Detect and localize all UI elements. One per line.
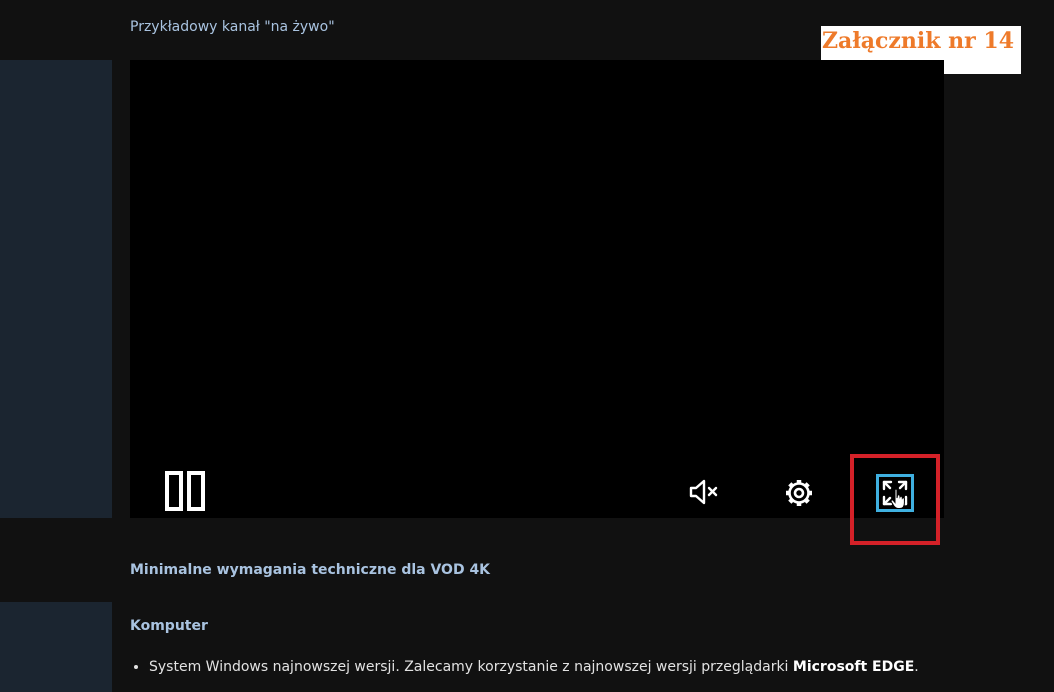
requirement-suffix: . bbox=[914, 659, 919, 675]
volume-muted-icon bbox=[688, 478, 720, 506]
pause-button[interactable] bbox=[158, 464, 212, 518]
channel-title: Przykładowy kanał "na żywo" bbox=[130, 19, 335, 35]
requirements-list: System Windows najnowszej wersji. Zaleca… bbox=[130, 659, 919, 675]
settings-button[interactable] bbox=[776, 470, 822, 516]
gear-icon bbox=[783, 477, 815, 509]
browser-name: Microsoft EDGE bbox=[792, 659, 915, 675]
left-side-panel bbox=[0, 60, 112, 518]
list-item: System Windows najnowszej wersji. Zaleca… bbox=[149, 659, 919, 675]
fullscreen-button[interactable] bbox=[872, 470, 918, 516]
left-side-panel-lower bbox=[0, 602, 112, 692]
mute-button[interactable] bbox=[682, 470, 726, 514]
hand-cursor-icon bbox=[890, 488, 908, 510]
computer-heading: Komputer bbox=[130, 618, 208, 634]
pause-icon bbox=[165, 471, 205, 511]
requirements-title: Minimalne wymagania techniczne dla VOD 4… bbox=[130, 562, 491, 578]
requirement-text: System Windows najnowszej wersji. Zaleca… bbox=[149, 659, 793, 675]
video-player[interactable] bbox=[130, 60, 944, 518]
